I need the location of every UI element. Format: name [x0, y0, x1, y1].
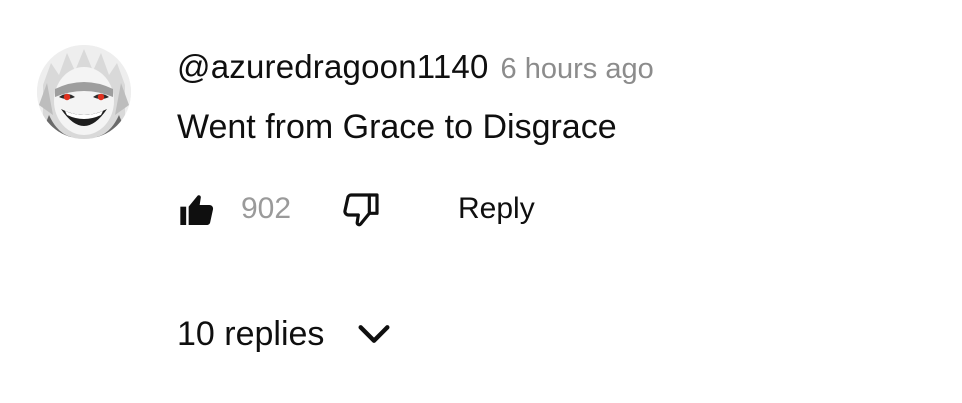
comment-thread: @azuredragoon1140 6 hours ago Went from …	[0, 0, 962, 403]
chevron-down-icon	[354, 314, 394, 354]
avatar[interactable]	[37, 45, 131, 139]
timestamp[interactable]: 6 hours ago	[501, 53, 654, 86]
avatar-image	[37, 45, 131, 139]
like-button[interactable]	[177, 190, 217, 230]
comment-header: @azuredragoon1140 6 hours ago	[177, 48, 654, 88]
dislike-button[interactable]	[341, 190, 381, 230]
comment-text: Went from Grace to Disgrace	[177, 108, 617, 146]
view-replies-button[interactable]: 10 replies	[177, 312, 394, 356]
author-name[interactable]: @azuredragoon1140	[177, 48, 489, 86]
thumbs-up-icon	[180, 195, 214, 225]
thumbs-down-icon	[343, 193, 379, 227]
like-count: 902	[241, 192, 292, 225]
comment-actions: 902 Reply	[177, 186, 777, 234]
replies-count-label: 10 replies	[177, 314, 325, 353]
reply-button[interactable]: Reply	[458, 192, 535, 226]
